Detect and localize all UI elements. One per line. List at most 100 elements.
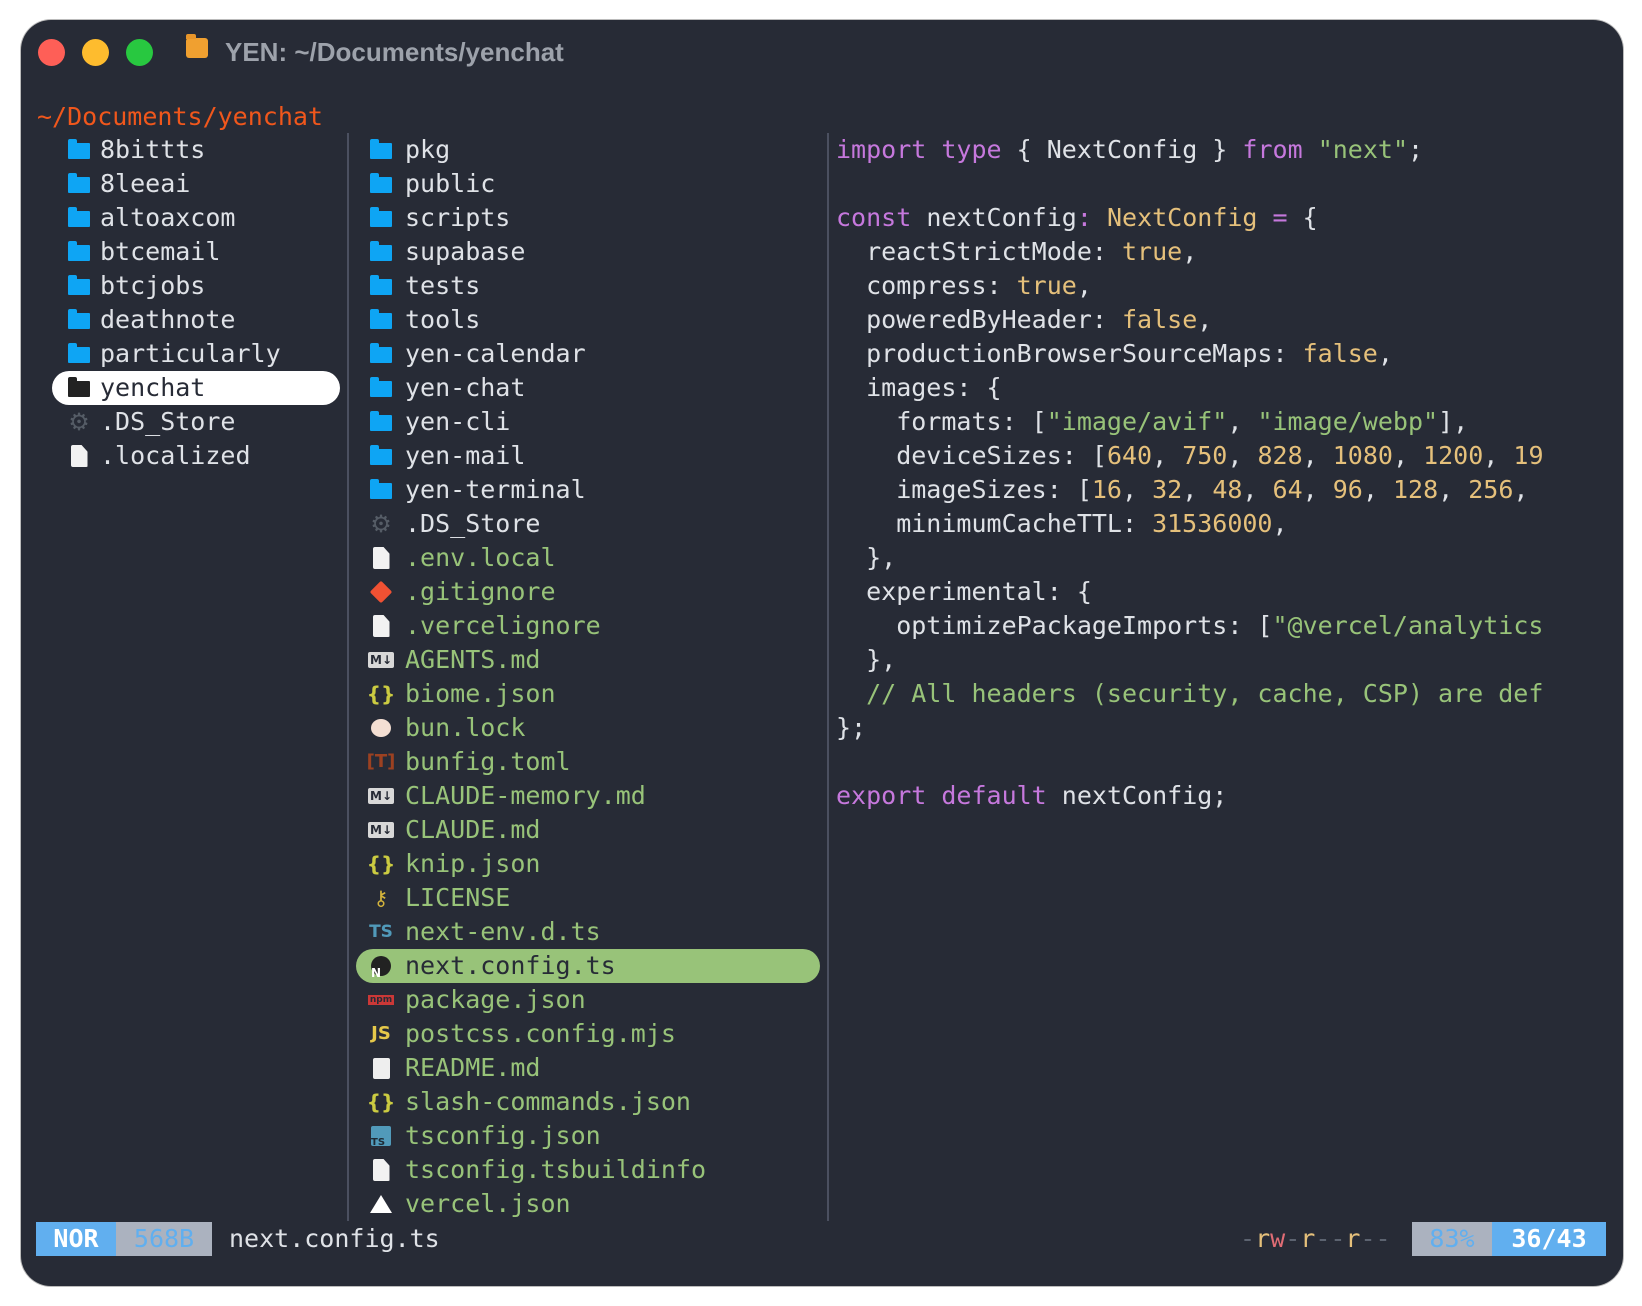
list-item[interactable]: npm package.json xyxy=(356,983,820,1017)
item-name: biome.json xyxy=(405,679,556,708)
list-item[interactable]: altoaxcom xyxy=(52,201,340,235)
list-item[interactable]: yen-mail xyxy=(356,439,820,473)
code-token: images: { xyxy=(836,373,1002,402)
list-item[interactable]: M↓ CLAUDE.md xyxy=(356,813,820,847)
code-token: 31536000 xyxy=(1152,509,1273,538)
code-token: nextConfig; xyxy=(1046,781,1228,810)
file-size: 568B xyxy=(116,1222,212,1256)
item-name: package.json xyxy=(405,985,586,1014)
list-item[interactable]: ⚷ LICENSE xyxy=(356,881,820,915)
code-token: { NextConfig } xyxy=(1001,135,1243,164)
list-item[interactable]: TS next-env.d.ts xyxy=(356,915,820,949)
json-icon: {} xyxy=(366,1090,396,1114)
list-item[interactable]: tsconfig.tsbuildinfo xyxy=(356,1153,820,1187)
list-item[interactable]: M↓ CLAUDE-memory.md xyxy=(356,779,820,813)
code-token: compress: xyxy=(836,271,1017,300)
item-name: .gitignore xyxy=(405,577,556,606)
folder-icon xyxy=(66,133,92,167)
code-token: }, xyxy=(836,645,897,674)
list-item[interactable]: btcemail xyxy=(52,235,340,269)
list-item[interactable]: .vercelignore xyxy=(356,609,820,643)
close-button[interactable] xyxy=(38,39,65,66)
list-item[interactable]: tools xyxy=(356,303,820,337)
list-item[interactable]: particularly xyxy=(52,337,340,371)
code-token: , xyxy=(1182,237,1198,266)
code-token: , xyxy=(1377,339,1393,368)
item-name: tsconfig.tsbuildinfo xyxy=(405,1155,707,1184)
item-name: public xyxy=(405,169,496,198)
item-name: CLAUDE-memory.md xyxy=(405,781,646,810)
item-name: tests xyxy=(405,271,481,300)
list-item[interactable]: .gitignore xyxy=(356,575,820,609)
permission-char: r xyxy=(1300,1224,1316,1253)
list-item[interactable]: M↓ AGENTS.md xyxy=(356,643,820,677)
folder-icon xyxy=(368,473,394,507)
list-item[interactable]: yen-calendar xyxy=(356,337,820,371)
folder-icon xyxy=(368,371,394,405)
list-item[interactable]: yenchat xyxy=(52,371,340,405)
list-item[interactable]: tests xyxy=(356,269,820,303)
folder-icon xyxy=(368,439,394,473)
list-item[interactable]: bun.lock xyxy=(356,711,820,745)
list-item[interactable]: .env.local xyxy=(356,541,820,575)
list-item[interactable]: yen-chat xyxy=(356,371,820,405)
code-line: reactStrictMode: true, xyxy=(836,235,1596,269)
code-token: }; xyxy=(836,713,867,742)
item-name: .DS_Store xyxy=(405,509,541,538)
item-name: yenchat xyxy=(100,373,206,402)
code-token: deviceSizes: [ xyxy=(836,441,1107,470)
list-item[interactable]: [T] bunfig.toml xyxy=(356,745,820,779)
list-item[interactable]: ⚙ .DS_Store xyxy=(52,405,340,439)
list-item[interactable]: scripts xyxy=(356,201,820,235)
code-token: , xyxy=(1513,475,1529,504)
code-token: true xyxy=(1121,237,1183,266)
code-line: }; xyxy=(836,711,1596,745)
code-token: , xyxy=(1227,407,1258,436)
code-token: , xyxy=(1483,441,1514,470)
file-icon xyxy=(368,541,394,575)
list-item[interactable]: ⚙ .DS_Store xyxy=(356,507,820,541)
list-item[interactable]: README.md xyxy=(356,1051,820,1085)
list-item[interactable]: supabase xyxy=(356,235,820,269)
json-icon: {} xyxy=(366,682,396,706)
list-item[interactable]: 8leeai xyxy=(52,167,340,201)
code-token: optimizePackageImports: [ xyxy=(836,611,1273,640)
item-name: altoaxcom xyxy=(100,203,236,232)
list-item[interactable]: .localized xyxy=(52,439,340,473)
zoom-button[interactable] xyxy=(126,39,153,66)
code-token: , xyxy=(1152,441,1183,470)
folder-icon xyxy=(368,201,394,235)
item-name: .vercelignore xyxy=(405,611,601,640)
folder-icon xyxy=(66,303,92,337)
list-item[interactable]: JS postcss.config.mjs xyxy=(356,1017,820,1051)
list-item[interactable]: {} biome.json xyxy=(356,677,820,711)
cursor-position: 36/43 xyxy=(1492,1222,1606,1256)
minimize-button[interactable] xyxy=(82,39,109,66)
list-item[interactable]: public xyxy=(356,167,820,201)
item-name: scripts xyxy=(405,203,511,232)
list-item[interactable]: {} knip.json xyxy=(356,847,820,881)
readme-icon xyxy=(368,1051,394,1085)
column-divider xyxy=(827,133,829,1221)
list-item[interactable]: 8bittts xyxy=(52,133,340,167)
list-item[interactable]: {} slash-commands.json xyxy=(356,1085,820,1119)
list-item[interactable]: deathnote xyxy=(52,303,340,337)
list-item[interactable]: yen-terminal xyxy=(356,473,820,507)
code-token: , xyxy=(1121,475,1153,504)
list-item[interactable]: pkg xyxy=(356,133,820,167)
code-token: , xyxy=(1302,475,1333,504)
list-item[interactable]: Nnext.config.ts xyxy=(356,949,820,983)
list-item[interactable]: TS tsconfig.json xyxy=(356,1119,820,1153)
list-item[interactable]: btcjobs xyxy=(52,269,340,303)
list-item[interactable]: yen-cli xyxy=(356,405,820,439)
code-token: : xyxy=(1076,203,1092,232)
list-item[interactable]: vercel.json xyxy=(356,1187,820,1221)
item-name: bunfig.toml xyxy=(405,747,571,776)
code-token: }, xyxy=(836,543,897,572)
code-line: productionBrowserSourceMaps: false, xyxy=(836,337,1596,371)
window-title: YEN: ~/Documents/yenchat xyxy=(225,37,564,67)
gear-icon: ⚙ xyxy=(68,408,90,436)
json-icon: {} xyxy=(366,852,396,876)
